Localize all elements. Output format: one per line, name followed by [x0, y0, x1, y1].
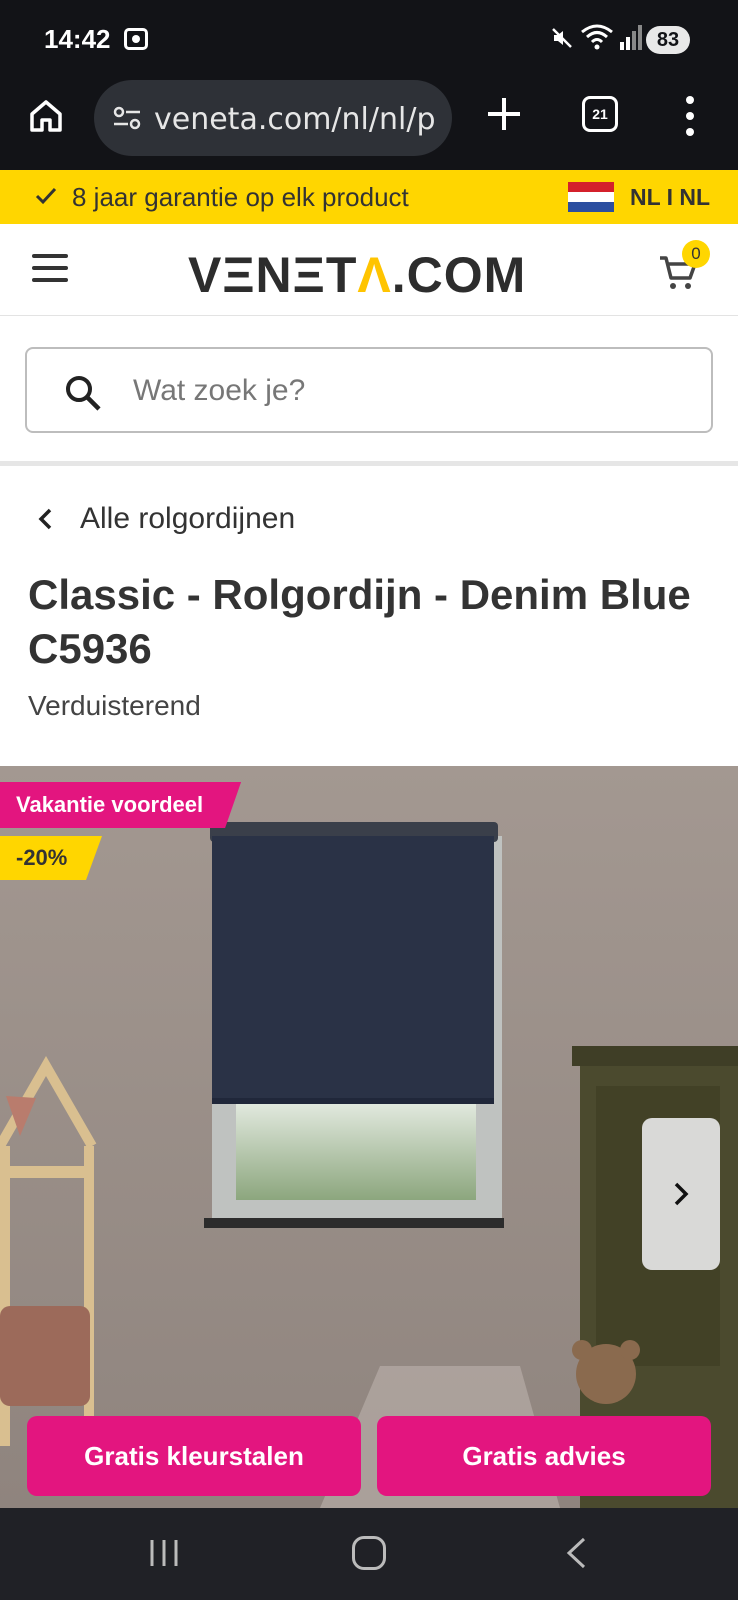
system-back-icon[interactable]	[564, 1536, 588, 1570]
tab-switcher-button[interactable]: 21	[582, 96, 618, 132]
browser-toolbar: veneta.com/nl/nl/p 21	[0, 78, 738, 170]
carousel-next-button[interactable]	[642, 1118, 720, 1270]
search-box[interactable]	[25, 347, 713, 433]
language-selector[interactable]: NL I NL	[630, 184, 710, 211]
address-bar[interactable]: veneta.com/nl/nl/p	[94, 80, 452, 156]
hamburger-menu-icon[interactable]	[32, 254, 68, 282]
site-settings-icon[interactable]	[112, 104, 142, 132]
guarantee-banner: 8 jaar garantie op elk product NL I NL	[0, 170, 738, 224]
guarantee-text: 8 jaar garantie op elk product	[72, 182, 409, 212]
product-image-carousel[interactable]: Vakantie voordeel -20%	[0, 766, 738, 1508]
home-icon[interactable]	[26, 96, 66, 136]
battery-indicator: 83	[646, 26, 690, 54]
cart-count-badge: 0	[682, 240, 710, 268]
new-tab-icon[interactable]	[484, 94, 524, 134]
free-samples-button[interactable]: Gratis kleurstalen	[27, 1416, 361, 1496]
status-bar: 14:42 83	[0, 0, 738, 78]
url-text: veneta.com/nl/nl/p	[154, 102, 436, 137]
clock: 14:42	[44, 24, 111, 54]
veneta-logo[interactable]: VΞNΞTΛ.COM	[188, 246, 526, 304]
chevron-left-icon	[38, 508, 52, 530]
check-icon	[35, 187, 57, 205]
search-icon[interactable]	[63, 373, 103, 413]
screen-record-icon	[124, 28, 148, 50]
promo-badge: Vakantie voordeel	[0, 782, 241, 828]
discount-badge: -20%	[0, 836, 102, 880]
search-input[interactable]	[133, 369, 673, 413]
back-link-label: Alle rolgordijnen	[80, 502, 296, 535]
system-home-icon[interactable]	[352, 1536, 386, 1570]
search-section	[0, 316, 738, 466]
product-subtitle: Verduisterend	[28, 690, 201, 721]
wifi-icon	[581, 24, 613, 50]
more-options-icon[interactable]	[680, 94, 700, 138]
signal-icon	[620, 25, 642, 50]
recent-apps-icon[interactable]	[148, 1538, 180, 1568]
product-title: Classic - Rolgordijn - Denim Blue C5936	[28, 571, 691, 672]
free-advice-button[interactable]: Gratis advies	[377, 1416, 711, 1496]
product-photo	[0, 766, 738, 1508]
site-header: VΞNΞTΛ.COM 0	[0, 224, 738, 316]
chevron-right-icon	[674, 1182, 689, 1206]
system-navigation-bar	[0, 1508, 738, 1600]
mute-icon	[552, 28, 572, 48]
netherlands-flag-icon[interactable]	[568, 182, 614, 212]
